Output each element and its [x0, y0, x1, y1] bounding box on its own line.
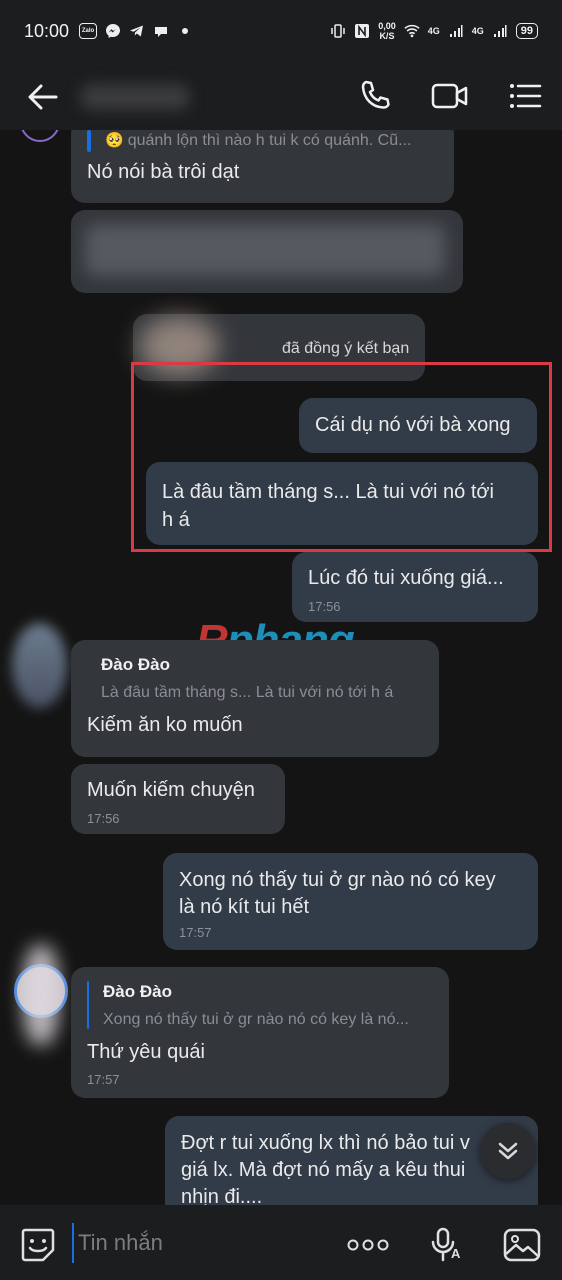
messenger-icon: [105, 23, 121, 39]
chat-app-icon: [153, 23, 169, 39]
outgoing-message-bubble[interactable]: Cái dụ nó với bà xong: [299, 398, 537, 453]
outgoing-message-bubble[interactable]: Là đâu tầm tháng s... Là tui với nó tới …: [146, 462, 538, 545]
outgoing-message-bubble[interactable]: Xong nó thấy tui ở gr nào nó có key là n…: [163, 853, 538, 950]
zalo-icon: Zalo: [79, 23, 98, 39]
video-call-button[interactable]: [430, 78, 468, 114]
message-text: Lúc đó tui xuống giá...: [308, 567, 504, 589]
chat-screen: 10:00 Zalo 0,00 K/S 4G 4G 99 🥺 quánh lộn…: [0, 0, 562, 1280]
message-text: Muốn kiếm chuyện: [87, 779, 255, 801]
message-time: 17:57: [179, 925, 212, 940]
signal-2-label: 4G: [471, 26, 484, 36]
chat-header: [0, 62, 562, 130]
quote-text: Là đâu tầm tháng s... Là tui với nó tới …: [101, 684, 394, 701]
incoming-message-bubble[interactable]: Đào Đào Là đâu tầm tháng s... Là tui với…: [71, 640, 439, 757]
message-text-line2: là nó kít tui hết: [179, 896, 310, 918]
chat-options-button[interactable]: [507, 78, 543, 114]
voice-text-icon: A: [431, 1227, 461, 1262]
quote-bar: [87, 130, 91, 152]
phone-icon: [361, 80, 390, 109]
sticker-icon: [21, 1228, 55, 1262]
message-text: Thứ yêu quái: [87, 1041, 205, 1063]
message-text: Nó nói bà trôi dạt: [87, 161, 240, 183]
more-notifications-dot-icon: [177, 23, 193, 39]
nfc-icon: [354, 23, 370, 39]
voice-to-text-button[interactable]: A: [426, 1225, 466, 1265]
net-speed-unit: K/S: [379, 31, 395, 41]
double-chevron-down-icon: [498, 1142, 518, 1160]
avatar[interactable]: [20, 130, 60, 142]
quote-text: Xong nó thấy tui ở gr nào nó có key là n…: [103, 1011, 409, 1028]
signal-2-icon: [492, 23, 508, 39]
signal-1-label: 4G: [427, 26, 440, 36]
reply-quote[interactable]: Đào Đào Xong nó thấy tui ở gr nào nó có …: [87, 981, 433, 1031]
message-text-line1: Xong nó thấy tui ở gr nào nó có key: [179, 869, 496, 891]
svg-text:A: A: [451, 1246, 461, 1261]
vibrate-icon: [330, 23, 346, 39]
scroll-to-bottom-button[interactable]: [480, 1123, 536, 1179]
quote-text: quánh lộn thì nào h tui k có quánh. Cũ..…: [127, 132, 412, 149]
battery-indicator: 99: [515, 23, 538, 39]
incoming-message-bubble[interactable]: 🥺 quánh lộn thì nào h tui k có quánh. Cũ…: [71, 130, 454, 203]
quote-bar: [87, 981, 89, 1029]
redacted-content: [85, 224, 445, 276]
quote-content: Đào Đào Là đâu tầm tháng s... Là tui với…: [101, 654, 423, 704]
system-status-icons: 0,00 K/S 4G 4G 99: [330, 21, 538, 41]
message-text-line2: h á: [162, 509, 190, 531]
message-text-line2: giá lx. Mà đợt nó mấy a kêu thui: [181, 1159, 466, 1181]
video-call-icon: [431, 83, 468, 109]
message-text: Cái dụ nó với bà xong: [315, 414, 511, 436]
message-text: Kiếm ăn ko muốn: [87, 714, 243, 736]
outgoing-message-bubble[interactable]: Lúc đó tui xuống giá... 17:56: [292, 552, 538, 622]
sender-avatar[interactable]: [14, 945, 68, 1045]
message-time: 17:57: [87, 1072, 120, 1087]
message-time: 17:56: [87, 811, 120, 826]
signal-1-icon: [448, 23, 464, 39]
quote-sender-name: Đào Đào: [103, 982, 172, 1001]
more-options-button[interactable]: [346, 1225, 390, 1265]
wifi-icon: [404, 23, 420, 39]
more-options-icon: [347, 1239, 389, 1251]
message-list[interactable]: 🥺 quánh lộn thì nào h tui k có quánh. Cũ…: [0, 130, 562, 1205]
composer-bar: A: [0, 1205, 562, 1280]
incoming-message-bubble[interactable]: Đào Đào Xong nó thấy tui ở gr nào nó có …: [71, 967, 449, 1098]
voice-call-button[interactable]: [357, 78, 393, 114]
status-time: 10:00: [24, 20, 70, 41]
reply-quote[interactable]: 🥺 quánh lộn thì nào h tui k có quánh. Cũ…: [87, 130, 438, 152]
back-button[interactable]: [26, 80, 60, 114]
image-picker-button[interactable]: [502, 1225, 542, 1265]
message-text-line1: Là đâu tầm tháng s... Là tui với nó tới: [162, 481, 494, 503]
image-icon: [503, 1228, 541, 1262]
notification-icons: Zalo: [79, 23, 193, 39]
net-speed-value: 0,00: [378, 21, 396, 31]
status-bar: 10:00 Zalo 0,00 K/S 4G 4G 99: [0, 0, 562, 62]
network-speed: 0,00 K/S: [378, 21, 396, 41]
list-menu-icon: [510, 84, 542, 108]
incoming-message-bubble[interactable]: Muốn kiếm chuyện 17:56: [71, 764, 285, 834]
back-arrow-icon: [28, 84, 58, 110]
quote-content: Đào Đào Xong nó thấy tui ở gr nào nó có …: [103, 981, 433, 1031]
message-text-line1: Đợt r tui xuống lx thì nó bảo tui v: [181, 1132, 470, 1154]
telegram-icon: [129, 23, 145, 39]
sender-avatar[interactable]: [12, 623, 67, 708]
quote-emoji: 🥺: [105, 132, 124, 149]
contact-name-redacted[interactable]: [80, 84, 190, 110]
incoming-message-bubble-redacted[interactable]: [71, 210, 463, 293]
reply-quote[interactable]: Đào Đào Là đâu tầm tháng s... Là tui với…: [87, 654, 423, 704]
avatar-redaction: [23, 945, 59, 1045]
notice-text: đã đồng ý kết bạn: [282, 340, 410, 357]
sticker-button[interactable]: [18, 1225, 58, 1265]
quote-sender-name: Đào Đào: [101, 655, 170, 674]
message-text-line3: nhịn đi....: [181, 1186, 263, 1205]
message-input[interactable]: [72, 1223, 332, 1263]
